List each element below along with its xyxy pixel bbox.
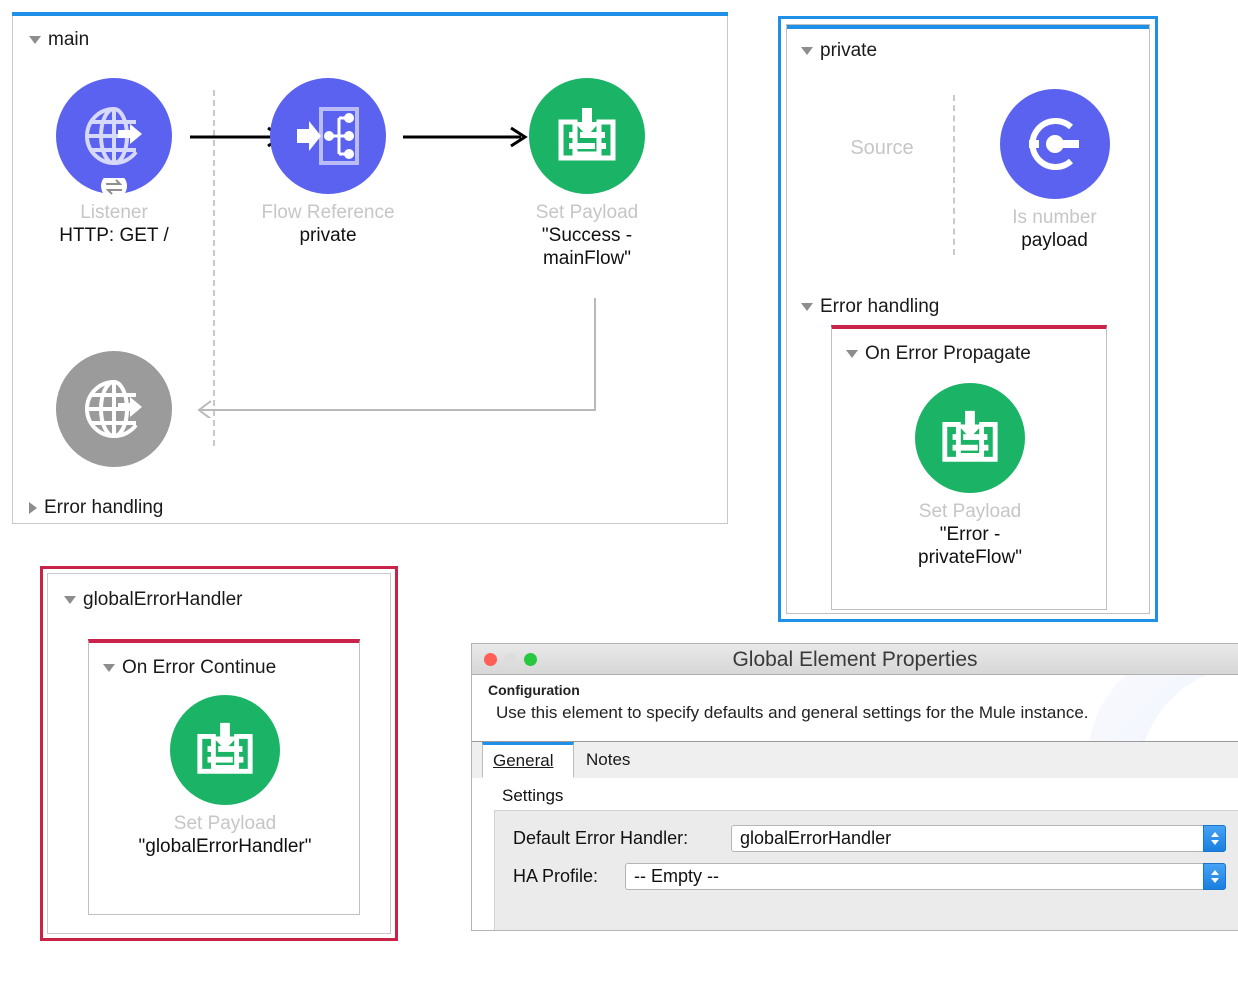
node-type: Listener <box>80 202 148 223</box>
set-payload-icon <box>558 108 616 161</box>
node-name: "globalErrorHandler" <box>138 835 312 857</box>
chevron-down-icon[interactable] <box>801 302 813 311</box>
flow-node-set-payload-global[interactable]: Set Payload "globalErrorHandler" <box>139 695 311 859</box>
set-payload-icon <box>197 722 253 774</box>
global-error-handler-body: globalErrorHandler On Error Continue Set… <box>47 573 391 934</box>
field-ha-profile: HA Profile: -- Empty -- <box>513 861 1226 891</box>
dialog-tab-strip: General Notes <box>472 742 1238 779</box>
request-response-badge-icon <box>101 178 127 199</box>
settings-label: Settings <box>502 786 564 805</box>
flow-node-listener[interactable]: Listener HTTP: GET / <box>29 78 199 248</box>
private-error-handling-label: Error handling <box>820 296 940 317</box>
main-flow-header[interactable]: main <box>29 30 89 49</box>
chevron-down-icon <box>1210 839 1219 845</box>
private-flow-header[interactable]: private <box>801 41 877 60</box>
flow-reference-icon <box>297 107 359 165</box>
dialog-title-bar[interactable]: Global Element Properties <box>472 644 1238 675</box>
default-error-handler-combo[interactable]: globalErrorHandler <box>731 824 1226 852</box>
node-type: Set Payload <box>535 202 639 223</box>
private-error-handling-header[interactable]: Error handling <box>801 297 939 316</box>
flow-node-set-payload[interactable]: Set Payload "Success - mainFlow" <box>502 78 672 270</box>
private-flow-panel[interactable]: private Source Is number payload Error h… <box>778 16 1158 622</box>
configuration-label: Configuration <box>488 682 580 698</box>
chevron-down-icon <box>1210 877 1219 883</box>
private-source-placeholder[interactable]: Source <box>817 137 947 160</box>
chevron-down-icon[interactable] <box>846 350 858 358</box>
node-name: "Success - mainFlow" <box>541 224 633 269</box>
main-flow-panel[interactable]: main Listener HTTP: GET / Flow Reference… <box>12 12 728 524</box>
set-payload-icon <box>942 410 998 462</box>
validator-icon-circle[interactable] <box>999 89 1110 199</box>
response-return-path <box>197 298 596 418</box>
node-name: private <box>299 224 357 246</box>
set-payload-icon-circle[interactable] <box>529 78 645 194</box>
combo-stepper-button[interactable] <box>1203 862 1226 890</box>
global-error-handler-title: globalErrorHandler <box>83 589 243 610</box>
listener-icon-circle[interactable] <box>56 78 172 199</box>
field-label: HA Profile: <box>513 865 599 886</box>
flow-node-flow-reference[interactable]: Flow Reference private <box>243 78 413 248</box>
chevron-down-icon[interactable] <box>64 595 76 604</box>
chevron-up-icon <box>1210 869 1219 875</box>
flow-node-set-payload-error[interactable]: Set Payload "Error - privateFlow" <box>885 383 1055 569</box>
on-error-propagate-title: On Error Propagate <box>865 343 1031 364</box>
node-name: payload <box>1021 229 1088 251</box>
field-label: Default Error Handler: <box>513 827 689 848</box>
ha-profile-combo[interactable]: -- Empty -- <box>625 862 1226 890</box>
chevron-right-icon[interactable] <box>29 501 37 514</box>
on-error-continue-title: On Error Continue <box>122 657 277 678</box>
chevron-down-icon[interactable] <box>29 35 41 44</box>
global-error-handler-panel[interactable]: globalErrorHandler On Error Continue Set… <box>40 566 398 941</box>
flow-node-response[interactable] <box>29 351 199 467</box>
settings-fields-group: Default Error Handler: globalErrorHandle… <box>494 810 1238 930</box>
dialog-header: Configuration Use this element to specif… <box>472 675 1238 742</box>
tab-notes[interactable]: Notes <box>576 742 654 778</box>
on-error-continue-box[interactable]: On Error Continue Set Payload "globalErr… <box>88 639 360 915</box>
combo-stepper-button[interactable] <box>1203 824 1226 852</box>
configuration-description: Use this element to specify defaults and… <box>496 703 1089 722</box>
main-error-handling-label: Error handling <box>44 497 164 518</box>
set-payload-icon-circle[interactable] <box>170 695 280 805</box>
validator-icon <box>1028 118 1079 170</box>
main-flow-body: main Listener HTTP: GET / Flow Reference… <box>12 16 728 524</box>
private-flow-title: private <box>820 40 878 61</box>
combo-value: globalErrorHandler <box>740 827 892 848</box>
globe-arrow-icon <box>85 107 142 166</box>
settings-area: Settings Default Error Handler: globalEr… <box>472 778 1238 930</box>
global-error-handler-header[interactable]: globalErrorHandler <box>64 590 242 609</box>
on-error-propagate-header[interactable]: On Error Propagate <box>846 343 1031 365</box>
on-error-continue-header[interactable]: On Error Continue <box>103 657 276 679</box>
chevron-up-icon <box>1210 831 1219 837</box>
dialog-title: Global Element Properties <box>732 648 978 671</box>
combo-value: -- Empty -- <box>634 865 719 886</box>
globe-arrow-icon <box>85 380 142 439</box>
source-process-divider <box>953 95 955 255</box>
flow-reference-icon-circle[interactable] <box>270 78 386 194</box>
node-type: Flow Reference <box>261 202 395 223</box>
node-name: "Error - privateFlow" <box>918 523 1022 568</box>
main-flow-title: main <box>48 29 90 50</box>
node-type: Set Payload <box>173 813 277 834</box>
flow-node-validator[interactable]: Is number payload <box>967 89 1142 253</box>
private-flow-body: private Source Is number payload Error h… <box>786 24 1150 614</box>
chevron-down-icon[interactable] <box>103 664 115 672</box>
response-icon-circle[interactable] <box>56 351 172 467</box>
private-flow-selection-bar <box>787 25 1149 29</box>
global-element-properties-dialog[interactable]: Global Element Properties Configuration … <box>472 644 1238 930</box>
node-type: Set Payload <box>918 501 1022 522</box>
set-payload-icon-circle[interactable] <box>915 383 1025 493</box>
tab-general[interactable]: General <box>482 742 574 778</box>
chevron-down-icon[interactable] <box>801 46 813 55</box>
on-error-propagate-box[interactable]: On Error Propagate Set Payload "Error - … <box>831 325 1107 610</box>
main-error-handling-header[interactable]: Error handling <box>29 498 163 517</box>
field-default-error-handler: Default Error Handler: globalErrorHandle… <box>513 823 1226 853</box>
node-name: HTTP: GET / <box>59 224 169 246</box>
node-type: Is number <box>1012 207 1097 228</box>
